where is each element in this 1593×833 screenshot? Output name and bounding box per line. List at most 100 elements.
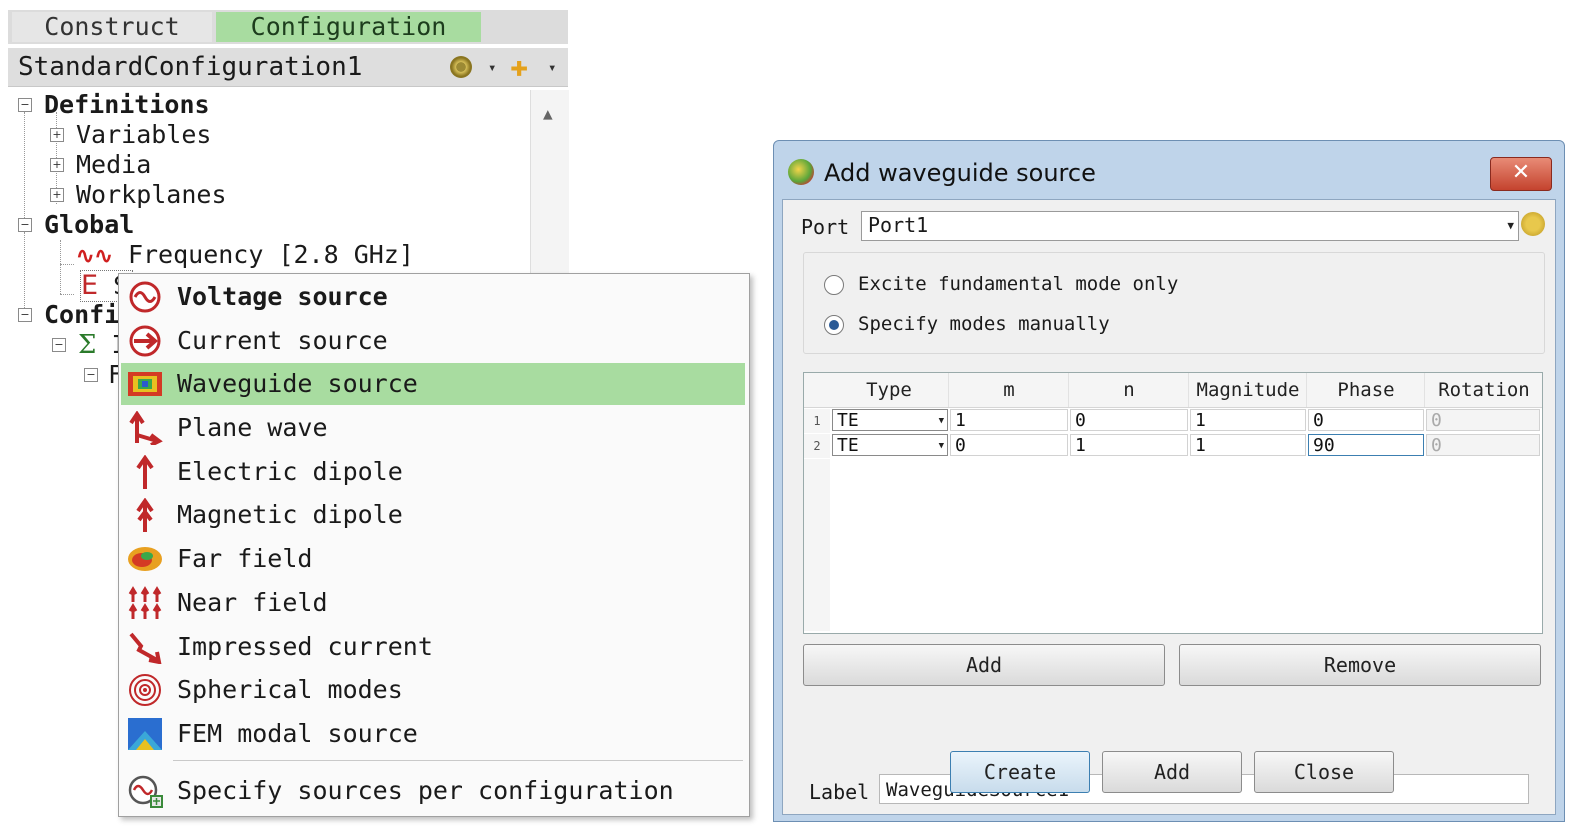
tree-item-variables[interactable]: Variables (76, 120, 211, 150)
collapse-icon[interactable]: − (18, 218, 32, 232)
plane-wave-icon (129, 411, 163, 445)
scroll-up-icon[interactable]: ▲ (543, 104, 553, 123)
add-button[interactable]: Add (1102, 751, 1242, 793)
menu-item-label: Current source (177, 326, 388, 355)
cell-phase[interactable]: 0 (1308, 409, 1424, 431)
menu-item-voltage-source[interactable]: Voltage source (121, 276, 745, 318)
radio-fundamental-mode[interactable] (824, 275, 844, 295)
sources-icon: E (81, 270, 99, 301)
remove-mode-button[interactable]: Remove (1179, 644, 1541, 686)
menu-item-fem-modal-source[interactable]: FEM modal source (121, 713, 745, 755)
type-value: TE (837, 410, 859, 431)
gear-icon[interactable] (450, 56, 472, 78)
cell-magnitude[interactable]: 1 (1190, 434, 1306, 456)
add-source-context-menu: Voltage source Current source Waveguide … (118, 273, 750, 817)
cell-m[interactable]: 1 (950, 409, 1068, 431)
menu-item-near-field[interactable]: Near field (121, 582, 745, 624)
cell-n[interactable]: 0 (1070, 409, 1188, 431)
radio-manual-label: Specify modes manually (858, 313, 1110, 335)
cell-m[interactable]: 0 (950, 434, 1068, 456)
menu-item-label: Voltage source (177, 282, 388, 311)
tree-item-workplanes[interactable]: Workplanes (76, 180, 227, 210)
configuration-header: StandardConfiguration1 ▾ ✚ ▾ (8, 48, 568, 87)
menu-item-far-field[interactable]: Far field (121, 538, 745, 580)
port-value: Port1 (868, 213, 929, 237)
close-button[interactable]: Close (1254, 751, 1394, 793)
menu-item-label: Far field (177, 544, 313, 573)
port-dropdown[interactable]: Port1 ▼ (861, 211, 1519, 241)
waveguide-source-icon (128, 372, 162, 396)
tree-item-definitions[interactable]: Definitions (44, 90, 210, 120)
chevron-down-icon[interactable]: ▾ (548, 58, 556, 78)
table-row: 1 TE ▼ 1 0 1 0 0 (804, 409, 1542, 433)
radio-manual-modes[interactable] (824, 315, 844, 335)
radio-fundamental-label: Excite fundamental mode only (858, 273, 1179, 295)
voltage-source-icon (129, 281, 161, 313)
table-header: Type m n Magnitude Phase Rotation (804, 373, 1542, 408)
expand-icon[interactable]: + (50, 158, 64, 172)
menu-item-plane-wave[interactable]: Plane wave (121, 407, 745, 449)
fem-modal-source-icon (128, 718, 162, 750)
port-pick-icon[interactable] (1521, 212, 1545, 236)
impressed-current-icon (129, 632, 162, 664)
chevron-down-icon[interactable]: ▼ (939, 410, 944, 432)
menu-item-electric-dipole[interactable]: Electric dipole (121, 451, 745, 493)
menu-item-spherical-modes[interactable]: Spherical modes (121, 669, 745, 711)
type-dropdown[interactable]: TE ▼ (832, 409, 948, 431)
tree-item-frequency[interactable]: ∿∿ Frequency [2.8 GHz] (76, 240, 414, 272)
menu-item-specify-sources-per-configuration[interactable]: Specify sources per configuration (121, 770, 745, 812)
add-icon[interactable]: ✚ (510, 52, 528, 82)
sigma-icon: Σ (78, 330, 97, 360)
dialog-title: Add waveguide source (824, 159, 1096, 187)
cell-rotation: 0 (1426, 409, 1540, 431)
column-header-m: m (948, 373, 1069, 407)
tree-item-global[interactable]: Global (44, 210, 134, 240)
current-source-icon (129, 325, 161, 357)
add-mode-button[interactable]: Add (803, 644, 1165, 686)
chevron-down-icon[interactable]: ▼ (1501, 212, 1514, 239)
column-header-phase: Phase (1306, 373, 1425, 407)
port-label: Port (801, 215, 850, 239)
expand-icon[interactable]: + (50, 128, 64, 142)
row-number: 1 (804, 409, 830, 433)
column-header-n: n (1068, 373, 1189, 407)
dialog-title-bar[interactable]: Add waveguide source ✕ (774, 141, 1564, 199)
cell-phase[interactable]: 90 (1308, 434, 1424, 456)
modes-table: Type m n Magnitude Phase Rotation 1 TE ▼… (803, 372, 1543, 634)
tab-construct[interactable]: Construct (12, 12, 212, 42)
cell-magnitude[interactable]: 1 (1190, 409, 1306, 431)
tree-item-configurations[interactable]: Confi (44, 300, 119, 330)
type-value: TE (837, 435, 859, 456)
collapse-icon[interactable]: − (18, 308, 32, 322)
collapse-icon[interactable]: − (52, 338, 66, 352)
menu-separator (173, 760, 743, 761)
menu-item-label: Waveguide source (177, 369, 418, 398)
create-button[interactable]: Create (950, 751, 1090, 793)
tab-configuration[interactable]: Configuration (216, 12, 481, 42)
menu-item-waveguide-source[interactable]: Waveguide source (121, 363, 745, 405)
tree-scrollbar[interactable]: ▲ (530, 90, 569, 280)
add-waveguide-source-dialog: Add waveguide source ✕ Port Port1 ▼ Exci… (773, 140, 1565, 822)
row-number: 2 (804, 434, 830, 458)
collapse-icon[interactable]: − (18, 98, 32, 112)
menu-item-impressed-current[interactable]: Impressed current (121, 626, 745, 668)
specify-sources-icon (128, 775, 163, 808)
menu-item-label: Plane wave (177, 413, 328, 442)
menu-item-label: Spherical modes (177, 675, 403, 704)
column-header-magnitude: Magnitude (1188, 373, 1307, 407)
menu-item-label: Electric dipole (177, 457, 403, 486)
mode-selection-group: Excite fundamental mode only Specify mod… (803, 252, 1545, 354)
type-dropdown[interactable]: TE ▼ (832, 434, 948, 456)
chevron-down-icon[interactable]: ▼ (939, 435, 944, 457)
menu-item-label: Magnetic dipole (177, 500, 403, 529)
collapse-icon[interactable]: − (84, 368, 98, 382)
menu-item-current-source[interactable]: Current source (121, 320, 745, 362)
close-icon[interactable]: ✕ (1490, 157, 1552, 191)
frequency-label: Frequency [2.8 GHz] (127, 240, 414, 269)
expand-icon[interactable]: + (50, 188, 64, 202)
cell-n[interactable]: 1 (1070, 434, 1188, 456)
menu-item-magnetic-dipole[interactable]: Magnetic dipole (121, 494, 745, 536)
cell-rotation: 0 (1426, 434, 1540, 456)
tree-item-media[interactable]: Media (76, 150, 151, 180)
chevron-down-icon[interactable]: ▾ (488, 58, 496, 78)
